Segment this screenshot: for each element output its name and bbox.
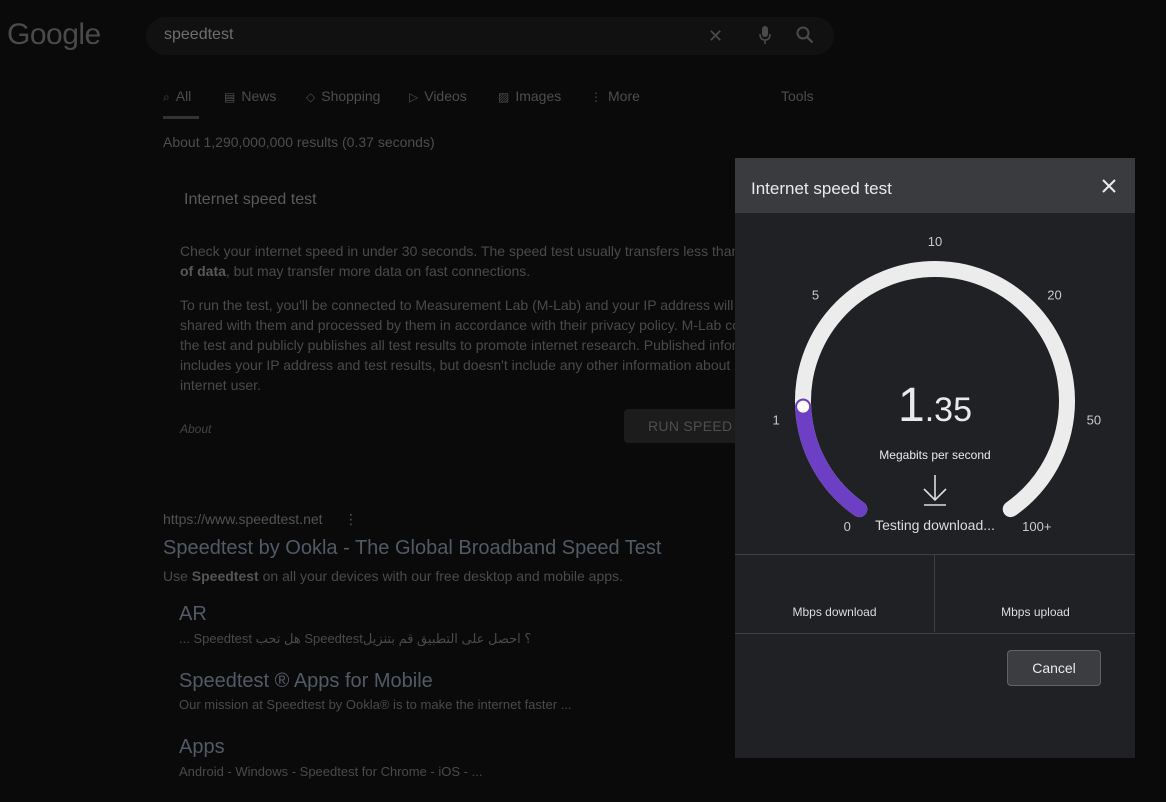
clear-search-icon[interactable]: ✕ xyxy=(708,26,723,47)
dialog-header: Internet speed test xyxy=(735,158,1135,213)
tab-news[interactable]: ▤ News xyxy=(224,88,276,104)
tab-shopping[interactable]: ◇ Shopping xyxy=(306,88,380,104)
search-bar[interactable] xyxy=(146,17,834,55)
divider-vertical xyxy=(934,555,935,632)
result-description: Use Speedtest on all your devices with o… xyxy=(163,568,623,584)
sublink-desc-apps: Android - Windows - Speedtest for Chrome… xyxy=(179,764,483,779)
sublink-title-ar[interactable]: AR xyxy=(179,603,207,626)
divider xyxy=(735,554,1135,555)
gauge-tick-label: 5 xyxy=(812,288,819,303)
close-icon xyxy=(1102,179,1116,193)
cancel-button[interactable]: Cancel xyxy=(1007,650,1101,686)
divider xyxy=(735,633,1135,634)
search-input[interactable]: speedtest xyxy=(164,26,233,44)
speedtest-privacy-text: To run the test, you'll be connected to … xyxy=(180,297,740,393)
google-logo[interactable]: Google xyxy=(7,18,101,52)
tab-tools[interactable]: Tools xyxy=(781,88,814,104)
speed-test-dialog: Internet speed test 0 1 5 10 20 50 100+ … xyxy=(735,158,1135,758)
active-tab-indicator xyxy=(163,116,199,119)
sublink-title-apps[interactable]: Apps xyxy=(179,736,225,759)
download-result-label: Mbps download xyxy=(792,605,877,619)
microphone-icon[interactable] xyxy=(758,25,772,45)
sublink-title-apps-mobile[interactable]: Speedtest ® Apps for Mobile xyxy=(179,670,433,693)
about-link[interactable]: About xyxy=(180,422,211,436)
tab-more[interactable]: ⋮ More xyxy=(590,88,640,104)
result-options-icon[interactable]: ⋮ xyxy=(344,511,358,528)
dialog-title: Internet speed test xyxy=(751,179,892,198)
result-url[interactable]: https://www.speedtest.net xyxy=(163,511,323,527)
speed-value: 1.35 xyxy=(898,379,972,432)
sublink-desc-apps-mobile: Our mission at Speedtest by Ookla® is to… xyxy=(179,697,572,712)
speedtest-intro-text: Check your internet speed in under 30 se… xyxy=(180,243,740,279)
tab-images[interactable]: ▨ Images xyxy=(498,88,561,104)
speedtest-card-title: Internet speed test xyxy=(184,191,317,208)
tab-all[interactable]: ⌕ All xyxy=(163,88,191,105)
gauge-tick-label: 10 xyxy=(928,234,942,249)
result-title-link[interactable]: Speedtest by Ookla - The Global Broadban… xyxy=(163,537,661,560)
search-icon[interactable] xyxy=(796,26,814,44)
upload-result-label: Mbps upload xyxy=(1001,605,1070,619)
gauge-tick-label: 20 xyxy=(1047,288,1061,303)
sublink-desc-ar: ... Speedtest هل تحب Speedtest؟ احصل على… xyxy=(179,631,532,646)
tab-videos[interactable]: ▷ Videos xyxy=(409,88,467,104)
close-button[interactable] xyxy=(1095,172,1123,200)
speed-unit-label: Megabits per second xyxy=(879,448,991,462)
results-count: About 1,290,000,000 results (0.37 second… xyxy=(163,134,435,150)
download-arrow-icon xyxy=(923,475,947,506)
test-status: Testing download... xyxy=(875,517,995,533)
